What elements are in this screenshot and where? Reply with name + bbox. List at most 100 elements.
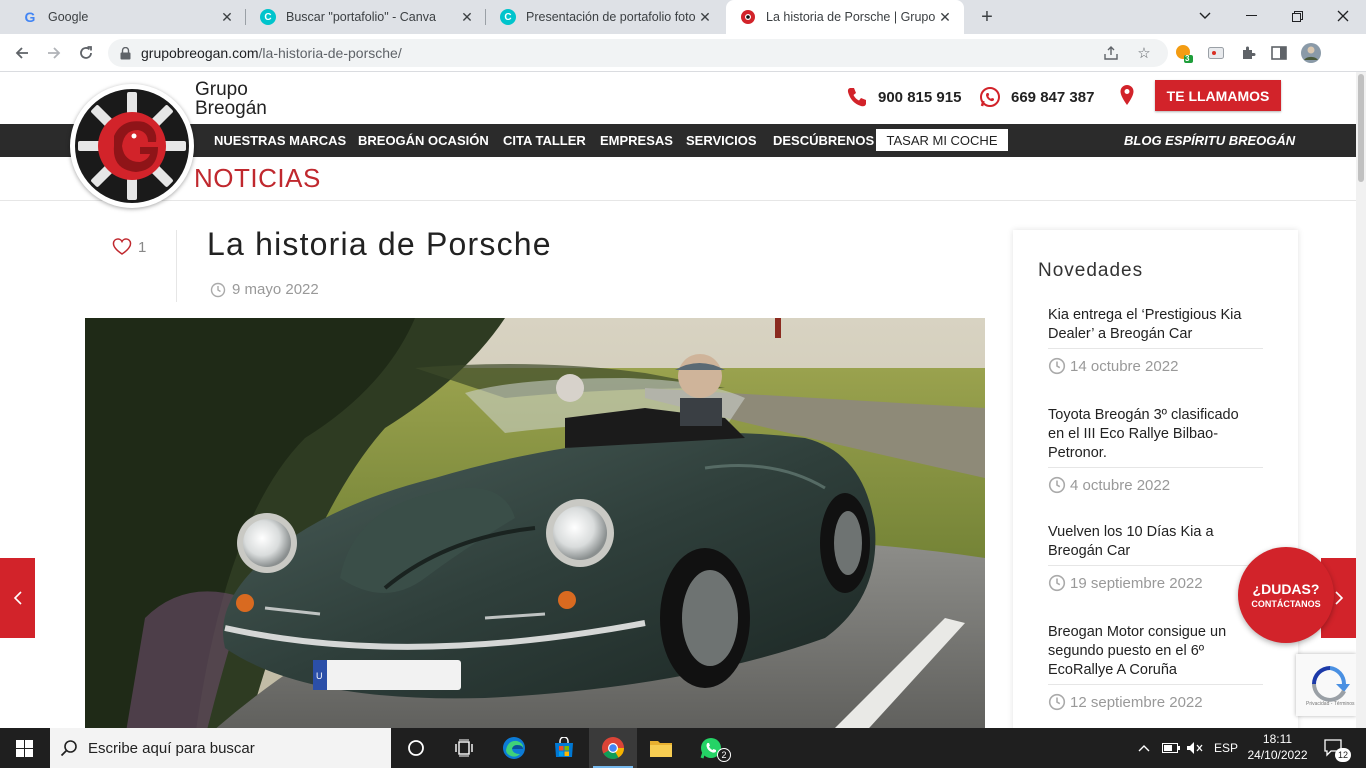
news-link[interactable]: Vuelven los 10 Días Kia a Breogán Car xyxy=(1048,523,1263,566)
notifications-count: 12 xyxy=(1335,748,1351,762)
file-explorer-icon[interactable] xyxy=(637,728,685,768)
battery-icon[interactable] xyxy=(1162,728,1180,768)
browser-toolbar: grupobreogan.com/la-historia-de-porsche/… xyxy=(0,34,1366,72)
whatsapp-badge: 2 xyxy=(717,748,731,762)
share-icon[interactable] xyxy=(1100,42,1122,64)
news-date-text: 12 septiembre 2022 xyxy=(1070,693,1203,711)
tray-overflow-chevron-icon[interactable] xyxy=(1138,728,1150,768)
nav-empresas[interactable]: EMPRESAS xyxy=(600,124,673,157)
extension-avast-icon[interactable]: 3 xyxy=(1173,42,1195,64)
news-line: Toyota Breogán 3º clasificado xyxy=(1048,407,1239,423)
previous-post-arrow-icon[interactable] xyxy=(0,558,35,638)
location-pin-icon[interactable] xyxy=(1119,84,1135,111)
taskbar-search-box[interactable]: Escribe aquí para buscar xyxy=(50,728,391,768)
news-date: 4 octubre 2022 xyxy=(1048,476,1263,494)
microsoft-store-icon[interactable] xyxy=(540,728,588,768)
tab-canva-presentation[interactable]: C Presentación de portafolio fotográfico… xyxy=(486,0,724,34)
post-date: 9 mayo 2022 xyxy=(210,281,319,298)
logo-wordmark[interactable]: Grupo Breogán xyxy=(195,80,267,118)
whatsapp-taskbar-icon[interactable]: 2 xyxy=(687,728,735,768)
news-item[interactable]: Breogan Motor consigue un segundo puesto… xyxy=(1048,623,1263,711)
news-line: Breogán Car xyxy=(1048,543,1131,559)
nav-tasar-mi-coche[interactable]: TASAR MI COCHE xyxy=(876,129,1008,151)
windows-start-icon[interactable] xyxy=(0,728,48,768)
phone-contact-1[interactable]: 900 815 915 xyxy=(846,86,961,108)
nav-servicios[interactable]: SERVICIOS xyxy=(686,124,757,157)
breogan-favicon-icon xyxy=(740,9,756,25)
news-item[interactable]: Vuelven los 10 Días Kia a Breogán Car 19… xyxy=(1048,523,1263,592)
news-item[interactable]: Kia entrega el ‘Prestigious Kia Dealer’ … xyxy=(1048,306,1263,375)
lock-icon[interactable] xyxy=(120,46,131,60)
notifications-icon[interactable]: 12 xyxy=(1324,728,1351,768)
tab-search-icon[interactable] xyxy=(1182,0,1228,32)
post-title: La historia de Porsche xyxy=(207,226,552,262)
close-tab-icon[interactable]: ✕ xyxy=(936,8,954,26)
url-path: /la-historia-de-porsche/ xyxy=(258,45,402,61)
back-arrow-icon[interactable] xyxy=(10,41,34,65)
url-domain: grupobreogan.com xyxy=(141,45,259,61)
tab-porsche-active[interactable]: La historia de Porsche | Grupo Breogán ✕ xyxy=(726,0,964,34)
close-tab-icon[interactable]: ✕ xyxy=(458,8,476,26)
scrollbar-thumb[interactable] xyxy=(1358,74,1364,182)
reload-icon[interactable] xyxy=(74,41,98,65)
input-language[interactable]: ESP xyxy=(1214,728,1238,768)
news-line: EcoRallye A Coruña xyxy=(1048,662,1177,678)
whatsapp-contact[interactable]: 669 847 387 xyxy=(979,86,1094,108)
nav-descubrenos[interactable]: DESCÚBRENOS xyxy=(773,124,874,157)
logo-line-2: Breogán xyxy=(195,98,267,119)
cortana-icon[interactable] xyxy=(392,728,440,768)
contact-bubble-button[interactable]: ¿DUDAS? CONTÁCTANOS xyxy=(1238,547,1334,643)
news-date: 14 octubre 2022 xyxy=(1048,357,1263,375)
extension-card-icon[interactable] xyxy=(1205,42,1227,64)
clock-icon xyxy=(210,282,226,298)
browser-tab-strip: G Google ✕ C Buscar "portafolio" - Canva… xyxy=(0,0,1366,34)
call-me-button[interactable]: TE LLAMAMOS xyxy=(1155,80,1281,111)
like-button[interactable]: 1 xyxy=(112,238,146,256)
clock-icon xyxy=(1048,574,1066,592)
profile-avatar-icon[interactable] xyxy=(1300,42,1322,64)
side-panel-icon[interactable] xyxy=(1268,42,1290,64)
close-tab-icon[interactable]: ✕ xyxy=(696,8,714,26)
system-clock[interactable]: 18:11 24/10/2022 xyxy=(1240,731,1315,763)
breogan-logo-icon[interactable] xyxy=(70,84,194,208)
page-scrollbar[interactable] xyxy=(1356,72,1366,728)
news-date: 19 septiembre 2022 xyxy=(1048,574,1263,592)
close-window-icon[interactable] xyxy=(1320,0,1366,32)
nav-breogan-ocasion[interactable]: BREOGÁN OCASIÓN xyxy=(358,124,489,157)
tab-google[interactable]: G Google ✕ xyxy=(8,0,246,34)
volume-muted-icon[interactable] xyxy=(1186,728,1204,768)
news-date-text: 14 octubre 2022 xyxy=(1070,357,1179,375)
clock-icon xyxy=(1048,693,1066,711)
news-item[interactable]: Toyota Breogán 3º clasificado en el III … xyxy=(1048,406,1263,494)
address-bar[interactable]: grupobreogan.com/la-historia-de-porsche/ xyxy=(108,39,1168,67)
minimize-window-icon[interactable] xyxy=(1228,0,1274,32)
nav-nuestras-marcas[interactable]: NUESTRAS MARCAS xyxy=(214,124,346,157)
hero-image-porsche: U xyxy=(85,318,985,728)
license-plate-text: U xyxy=(316,671,323,681)
recaptcha-privacy-text[interactable]: Privacidad - Términos xyxy=(1306,701,1355,707)
tab-title: La historia de Porsche | Grupo Breogán xyxy=(766,10,936,24)
new-tab-button[interactable]: + xyxy=(976,6,998,28)
close-tab-icon[interactable]: ✕ xyxy=(218,8,236,26)
nav-cita-taller[interactable]: CITA TALLER xyxy=(503,124,586,157)
restore-window-icon[interactable] xyxy=(1274,0,1320,32)
heart-icon xyxy=(112,238,132,256)
extensions-puzzle-icon[interactable] xyxy=(1237,42,1259,64)
google-favicon-icon: G xyxy=(24,9,36,25)
phone-number-1: 900 815 915 xyxy=(878,88,962,106)
logo-line-1: Grupo xyxy=(195,79,248,100)
task-view-icon[interactable] xyxy=(440,728,488,768)
forward-arrow-icon[interactable] xyxy=(42,41,66,65)
windows-taskbar: Escribe aquí para buscar 2 ESP 18:11 24/… xyxy=(0,728,1366,768)
post-date-text: 9 mayo 2022 xyxy=(232,281,319,298)
chrome-icon[interactable] xyxy=(589,728,637,768)
nav-blog-espiritu-breogan[interactable]: BLOG ESPÍRITU BREOGÁN xyxy=(1124,124,1295,157)
bookmark-star-icon[interactable]: ☆ xyxy=(1133,42,1155,64)
news-link[interactable]: Breogan Motor consigue un segundo puesto… xyxy=(1048,623,1263,685)
edge-browser-icon[interactable] xyxy=(490,728,538,768)
clock-icon xyxy=(1048,476,1066,494)
news-link[interactable]: Kia entrega el ‘Prestigious Kia Dealer’ … xyxy=(1048,306,1263,349)
news-link[interactable]: Toyota Breogán 3º clasificado en el III … xyxy=(1048,406,1263,468)
tab-canva-search[interactable]: C Buscar "portafolio" - Canva ✕ xyxy=(246,0,486,34)
canva-favicon-icon: C xyxy=(500,9,516,25)
